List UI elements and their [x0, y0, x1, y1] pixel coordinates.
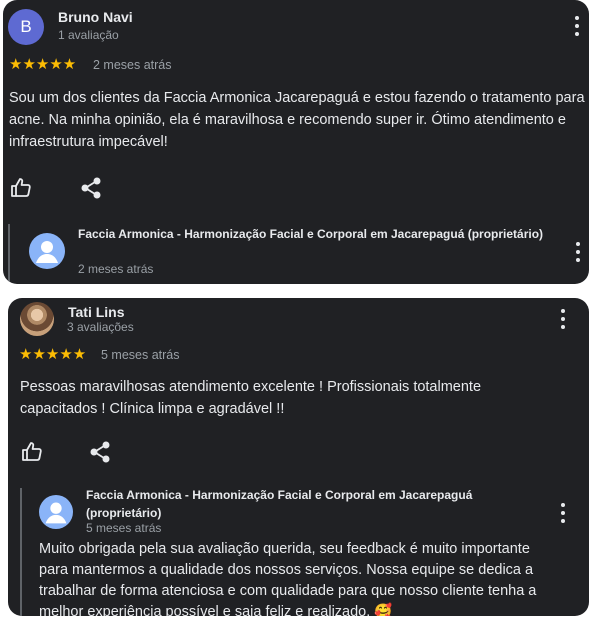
owner-reply-date: 5 meses atrás: [86, 521, 162, 535]
thumbs-up-icon[interactable]: [20, 440, 44, 464]
review-date: 5 meses atrás: [101, 348, 180, 362]
star-rating: ★★★★★: [19, 346, 87, 363]
owner-avatar: [39, 495, 73, 529]
avatar-initial: B: [20, 17, 32, 36]
review-card: Tati Lins 3 avaliações ★★★★★ 5 meses atr…: [8, 298, 589, 616]
owner-reply-date: 2 meses atrás: [78, 262, 154, 276]
share-icon[interactable]: [79, 176, 103, 200]
reviewer-avatar[interactable]: [20, 302, 54, 336]
review-card: B Bruno Navi 1 avaliação ★★★★★ 2 meses a…: [3, 0, 589, 284]
reviewer-name[interactable]: Bruno Navi: [58, 9, 133, 25]
reviewer-name[interactable]: Tati Lins: [68, 304, 125, 320]
reviewer-review-count: 3 avaliações: [67, 320, 134, 334]
owner-reply-text: Muito obrigada pela sua avaliação querid…: [39, 541, 537, 616]
more-vertical-icon[interactable]: [559, 309, 567, 329]
review-text: Sou um dos clientes da Faccia Armonica J…: [9, 90, 585, 150]
reviewer-review-count: 1 avaliação: [58, 28, 119, 42]
share-icon[interactable]: [88, 440, 112, 464]
person-icon: [45, 502, 67, 524]
review-date: 2 meses atrás: [93, 58, 172, 72]
more-vertical-icon[interactable]: [573, 16, 581, 36]
thumbs-up-icon[interactable]: [9, 176, 33, 200]
star-rating: ★★★★★: [9, 56, 77, 73]
reviewer-avatar[interactable]: B: [8, 9, 44, 45]
owner-name: Faccia Armonica - Harmonização Facial e …: [78, 227, 544, 241]
reply-divider: [8, 224, 10, 284]
more-vertical-icon[interactable]: [574, 242, 582, 262]
owner-avatar: [29, 233, 65, 269]
person-icon: [36, 241, 58, 263]
more-vertical-icon[interactable]: [559, 503, 567, 523]
owner-name: Faccia Armonica - Harmonização Facial e …: [86, 488, 473, 520]
review-text: Pessoas maravilhosas atendimento excelen…: [20, 379, 482, 417]
reply-divider: [20, 488, 22, 616]
